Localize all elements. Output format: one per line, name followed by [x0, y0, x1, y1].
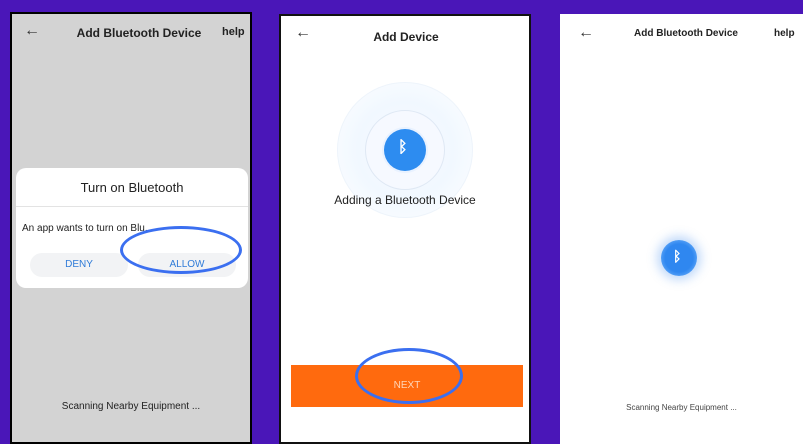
back-icon[interactable]: ←: [295, 24, 311, 42]
adding-device-text: Adding a Bluetooth Device: [334, 193, 476, 207]
panel-turn-on-bluetooth: ← Add Bluetooth Device help Turn on Blue…: [10, 12, 252, 444]
back-icon[interactable]: ←: [24, 22, 40, 40]
topbar: ← Add Device: [281, 16, 529, 56]
topbar: ← Add Bluetooth Device help: [560, 14, 803, 54]
help-link[interactable]: help: [222, 26, 245, 38]
bluetooth-icon-badge: ᛒ: [384, 129, 426, 171]
dialog-message: An app wants to turn on Blu...: [22, 223, 154, 234]
deny-button[interactable]: DENY: [30, 253, 128, 277]
page-title: Add Bluetooth Device: [634, 28, 738, 39]
bluetooth-icon: ᛒ: [673, 248, 682, 264]
bluetooth-icon-badge: ᛒ: [661, 240, 697, 276]
panel-add-device: ← Add Device ᛒ Adding a Bluetooth Device…: [279, 14, 531, 444]
next-button[interactable]: NEXT: [291, 365, 523, 407]
back-icon[interactable]: ←: [578, 24, 594, 42]
panel-scanning: ← Add Bluetooth Device help ᛒ Scanning N…: [560, 14, 803, 444]
scan-status-text: Scanning Nearby Equipment ...: [61, 401, 201, 412]
dialog-title: Turn on Bluetooth: [80, 180, 184, 195]
bluetooth-permission-dialog: Turn on Bluetooth An app wants to turn o…: [16, 168, 248, 288]
scan-status-text: Scanning Nearby Equipment ...: [626, 403, 737, 412]
topbar: ← Add Bluetooth Device help: [12, 14, 250, 54]
page-title: Add Device: [373, 30, 439, 44]
bluetooth-icon: ᛒ: [398, 139, 408, 156]
allow-button[interactable]: ALLOW: [138, 253, 236, 277]
dialog-divider: [16, 206, 248, 207]
page-title: Add Bluetooth Device: [76, 26, 202, 40]
help-link[interactable]: help: [774, 28, 795, 39]
